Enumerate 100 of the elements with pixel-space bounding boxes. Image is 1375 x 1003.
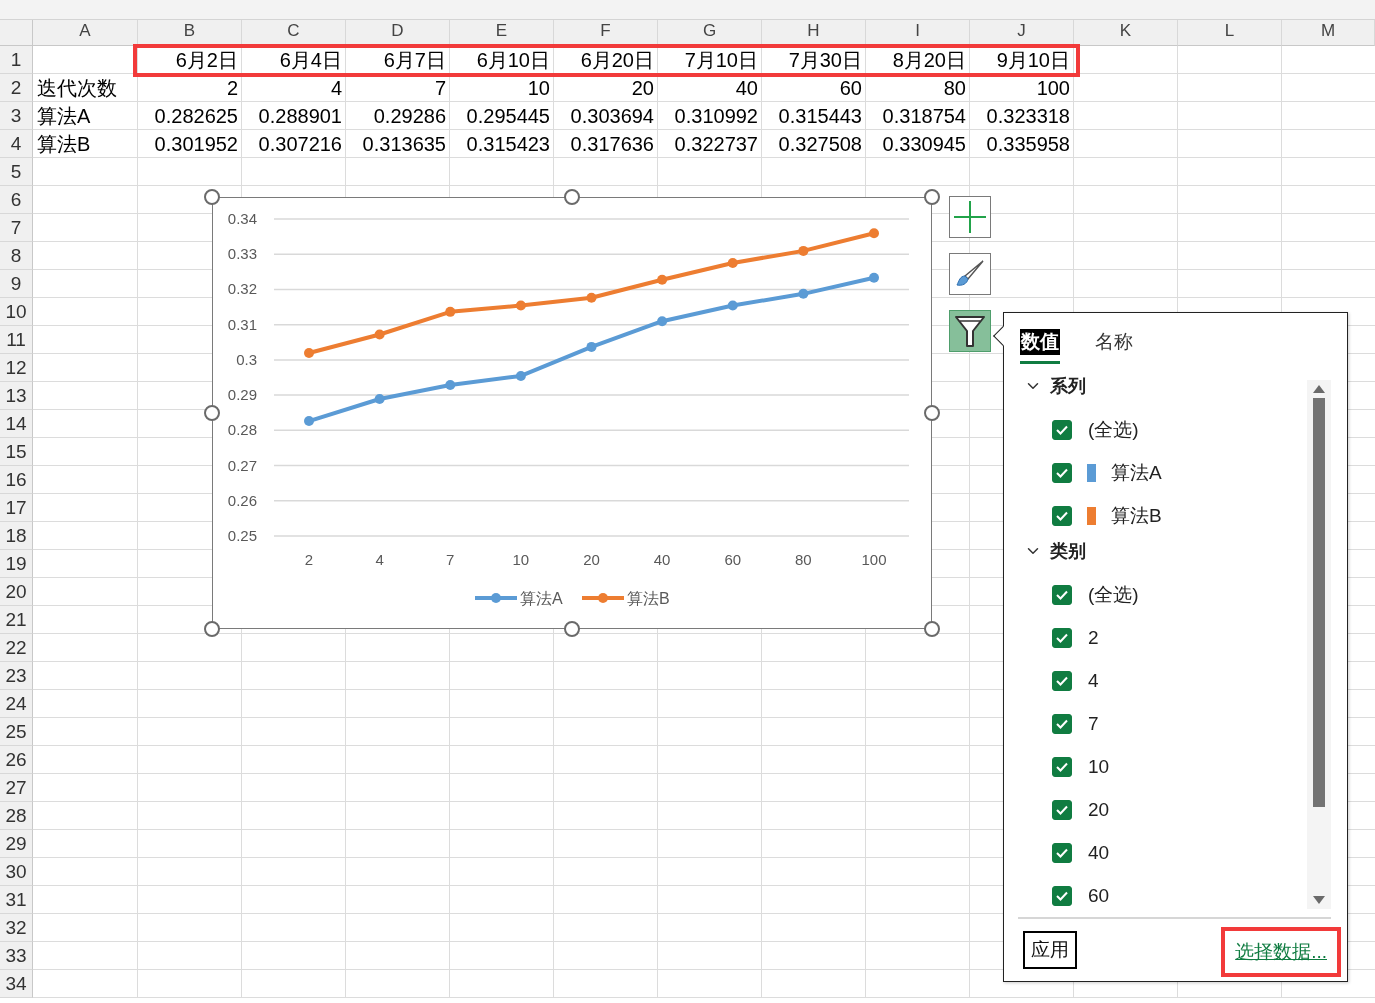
row-header[interactable]: 5 — [0, 158, 33, 186]
line-chart[interactable]: 0.25 0.26 0.27 0.28 0.29 0.3 0.31 0.32 0.33 0.34 2 4 7 10 20 40 60 80 100 算法A 算法B — [212, 197, 932, 629]
axis-label: 0.27 — [227, 456, 257, 474]
axis-label: 10 — [512, 551, 530, 568]
funnel-icon — [954, 314, 986, 348]
item-label: 算法A — [1111, 460, 1162, 485]
row-header[interactable]: 30 — [0, 858, 33, 886]
row-header[interactable]: 4 — [0, 130, 33, 158]
checkmark-icon — [1056, 761, 1068, 772]
select-data-link[interactable]: 选择数据... — [1235, 941, 1327, 962]
row-header[interactable]: 31 — [0, 886, 33, 914]
row-header[interactable]: 32 — [0, 914, 33, 942]
column-header[interactable]: F — [554, 20, 658, 46]
row-header[interactable]: 15 — [0, 438, 33, 466]
item-label: 10 — [1088, 755, 1110, 778]
section-header[interactable]: 系列 — [1018, 372, 1307, 400]
checkbox[interactable] — [1052, 842, 1072, 863]
column-header[interactable]: I — [866, 20, 970, 46]
section-header[interactable]: 类别 — [1018, 537, 1307, 565]
apply-button[interactable]: 应用 — [1023, 931, 1077, 969]
table-cell-text: 0.322737 — [673, 131, 759, 157]
scroll-thumb[interactable] — [1313, 398, 1325, 807]
scrollbar[interactable] — [1307, 380, 1331, 909]
checkbox[interactable] — [1052, 670, 1072, 691]
row-header[interactable]: 10 — [0, 298, 33, 326]
row-header[interactable]: 2 — [0, 74, 33, 102]
tab[interactable]: 名称 — [1094, 327, 1134, 364]
row-header[interactable]: 29 — [0, 830, 33, 858]
column-header[interactable]: G — [658, 20, 762, 46]
checkbox[interactable] — [1052, 756, 1072, 777]
column-header[interactable]: E — [450, 20, 554, 46]
row-header[interactable]: 16 — [0, 466, 33, 494]
checkbox[interactable] — [1052, 627, 1072, 648]
row-header[interactable]: 1 — [0, 46, 33, 74]
data-point — [657, 316, 668, 327]
chart-tool-button[interactable] — [949, 310, 991, 352]
table-cell-text: 6月20日 — [579, 47, 655, 73]
table-cell-text: 0.310992 — [673, 103, 759, 129]
legend-marker-icon — [475, 593, 517, 603]
table-cell-text: 9月10日 — [995, 47, 1071, 73]
row-header[interactable]: 9 — [0, 270, 33, 298]
row-header[interactable]: 14 — [0, 410, 33, 438]
row-header[interactable]: 34 — [0, 970, 33, 998]
scroll-up-icon[interactable] — [1312, 384, 1326, 394]
row-header[interactable]: 26 — [0, 746, 33, 774]
column-header[interactable]: C — [242, 20, 346, 46]
table-cell-text: 2 — [225, 75, 239, 101]
table-cell-text: 6月10日 — [475, 47, 551, 73]
column-header[interactable]: H — [762, 20, 866, 46]
column-header[interactable]: M — [1282, 20, 1375, 46]
row-header[interactable]: 25 — [0, 718, 33, 746]
checkbox[interactable] — [1052, 419, 1072, 440]
row-header[interactable]: 12 — [0, 354, 33, 382]
checkbox[interactable] — [1052, 713, 1072, 734]
checkbox[interactable] — [1052, 462, 1072, 483]
data-point — [657, 274, 668, 285]
data-point — [727, 300, 738, 311]
axis-label: 60 — [724, 551, 742, 568]
row-header[interactable]: 11 — [0, 326, 33, 354]
row-header[interactable]: 27 — [0, 774, 33, 802]
data-point — [445, 306, 456, 317]
axis-label: 100 — [861, 551, 887, 568]
axis-label: 2 — [304, 551, 314, 568]
checkbox[interactable] — [1052, 584, 1072, 605]
column-header[interactable]: A — [33, 20, 138, 46]
column-header[interactable]: D — [346, 20, 450, 46]
data-point — [586, 292, 597, 303]
row-header[interactable]: 28 — [0, 802, 33, 830]
column-header[interactable]: B — [138, 20, 242, 46]
checkbox[interactable] — [1052, 505, 1072, 526]
row-header[interactable]: 3 — [0, 102, 33, 130]
row-header[interactable]: 20 — [0, 578, 33, 606]
column-header[interactable]: L — [1178, 20, 1282, 46]
scroll-down-icon[interactable] — [1312, 895, 1326, 905]
checkmark-icon — [1056, 804, 1068, 815]
checkbox[interactable] — [1052, 885, 1072, 906]
row-header[interactable]: 17 — [0, 494, 33, 522]
data-point — [374, 394, 385, 404]
column-header[interactable]: K — [1074, 20, 1178, 46]
checkmark-icon — [1056, 510, 1068, 521]
checkbox[interactable] — [1052, 799, 1072, 820]
row-header[interactable]: 8 — [0, 242, 33, 270]
row-header[interactable]: 21 — [0, 606, 33, 634]
row-header[interactable]: 33 — [0, 942, 33, 970]
column-header[interactable]: J — [970, 20, 1074, 46]
row-header[interactable]: 19 — [0, 550, 33, 578]
row-header[interactable]: 22 — [0, 634, 33, 662]
row-header[interactable]: 6 — [0, 186, 33, 214]
data-point — [515, 300, 526, 311]
row-header[interactable]: 13 — [0, 382, 33, 410]
axis-label: 0.31 — [227, 315, 257, 333]
table-cell-text: 算法A — [36, 103, 92, 129]
row-header[interactable]: 18 — [0, 522, 33, 550]
axis-label: 0.29 — [227, 386, 257, 404]
chart-tool-button[interactable] — [949, 253, 991, 295]
row-header[interactable]: 24 — [0, 690, 33, 718]
row-header[interactable]: 23 — [0, 662, 33, 690]
axis-label: 40 — [653, 551, 671, 568]
axis-label: 0.26 — [227, 491, 257, 509]
row-header[interactable]: 7 — [0, 214, 33, 242]
